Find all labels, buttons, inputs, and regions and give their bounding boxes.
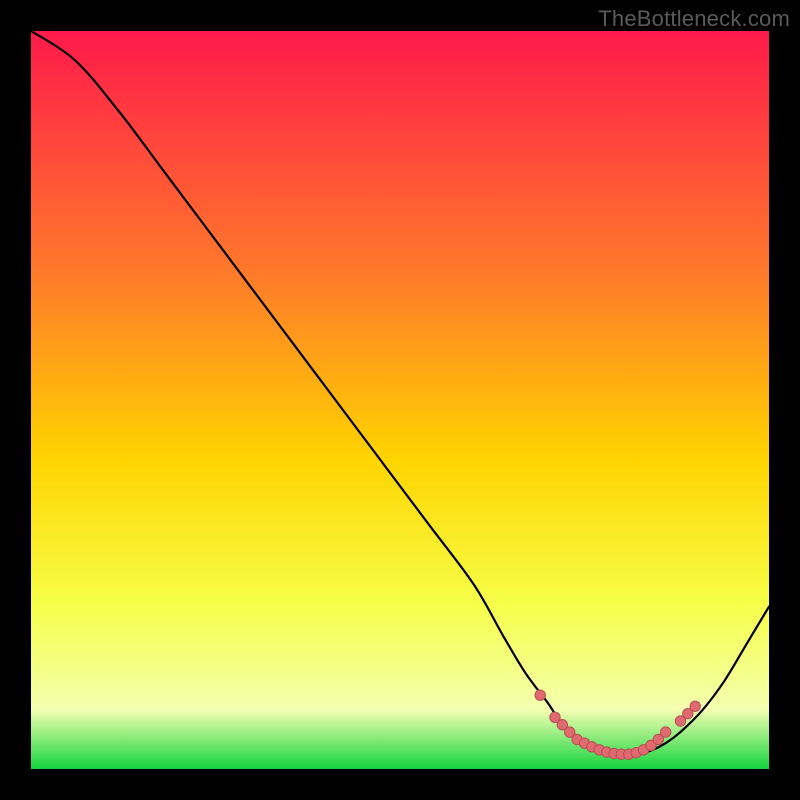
curve-marker <box>660 727 670 737</box>
curve-marker <box>535 690 545 700</box>
watermark-text: TheBottleneck.com <box>598 6 790 32</box>
chart-svg <box>31 31 769 769</box>
plot-area <box>31 31 769 769</box>
curve-marker <box>690 701 700 711</box>
chart-frame: TheBottleneck.com <box>0 0 800 800</box>
